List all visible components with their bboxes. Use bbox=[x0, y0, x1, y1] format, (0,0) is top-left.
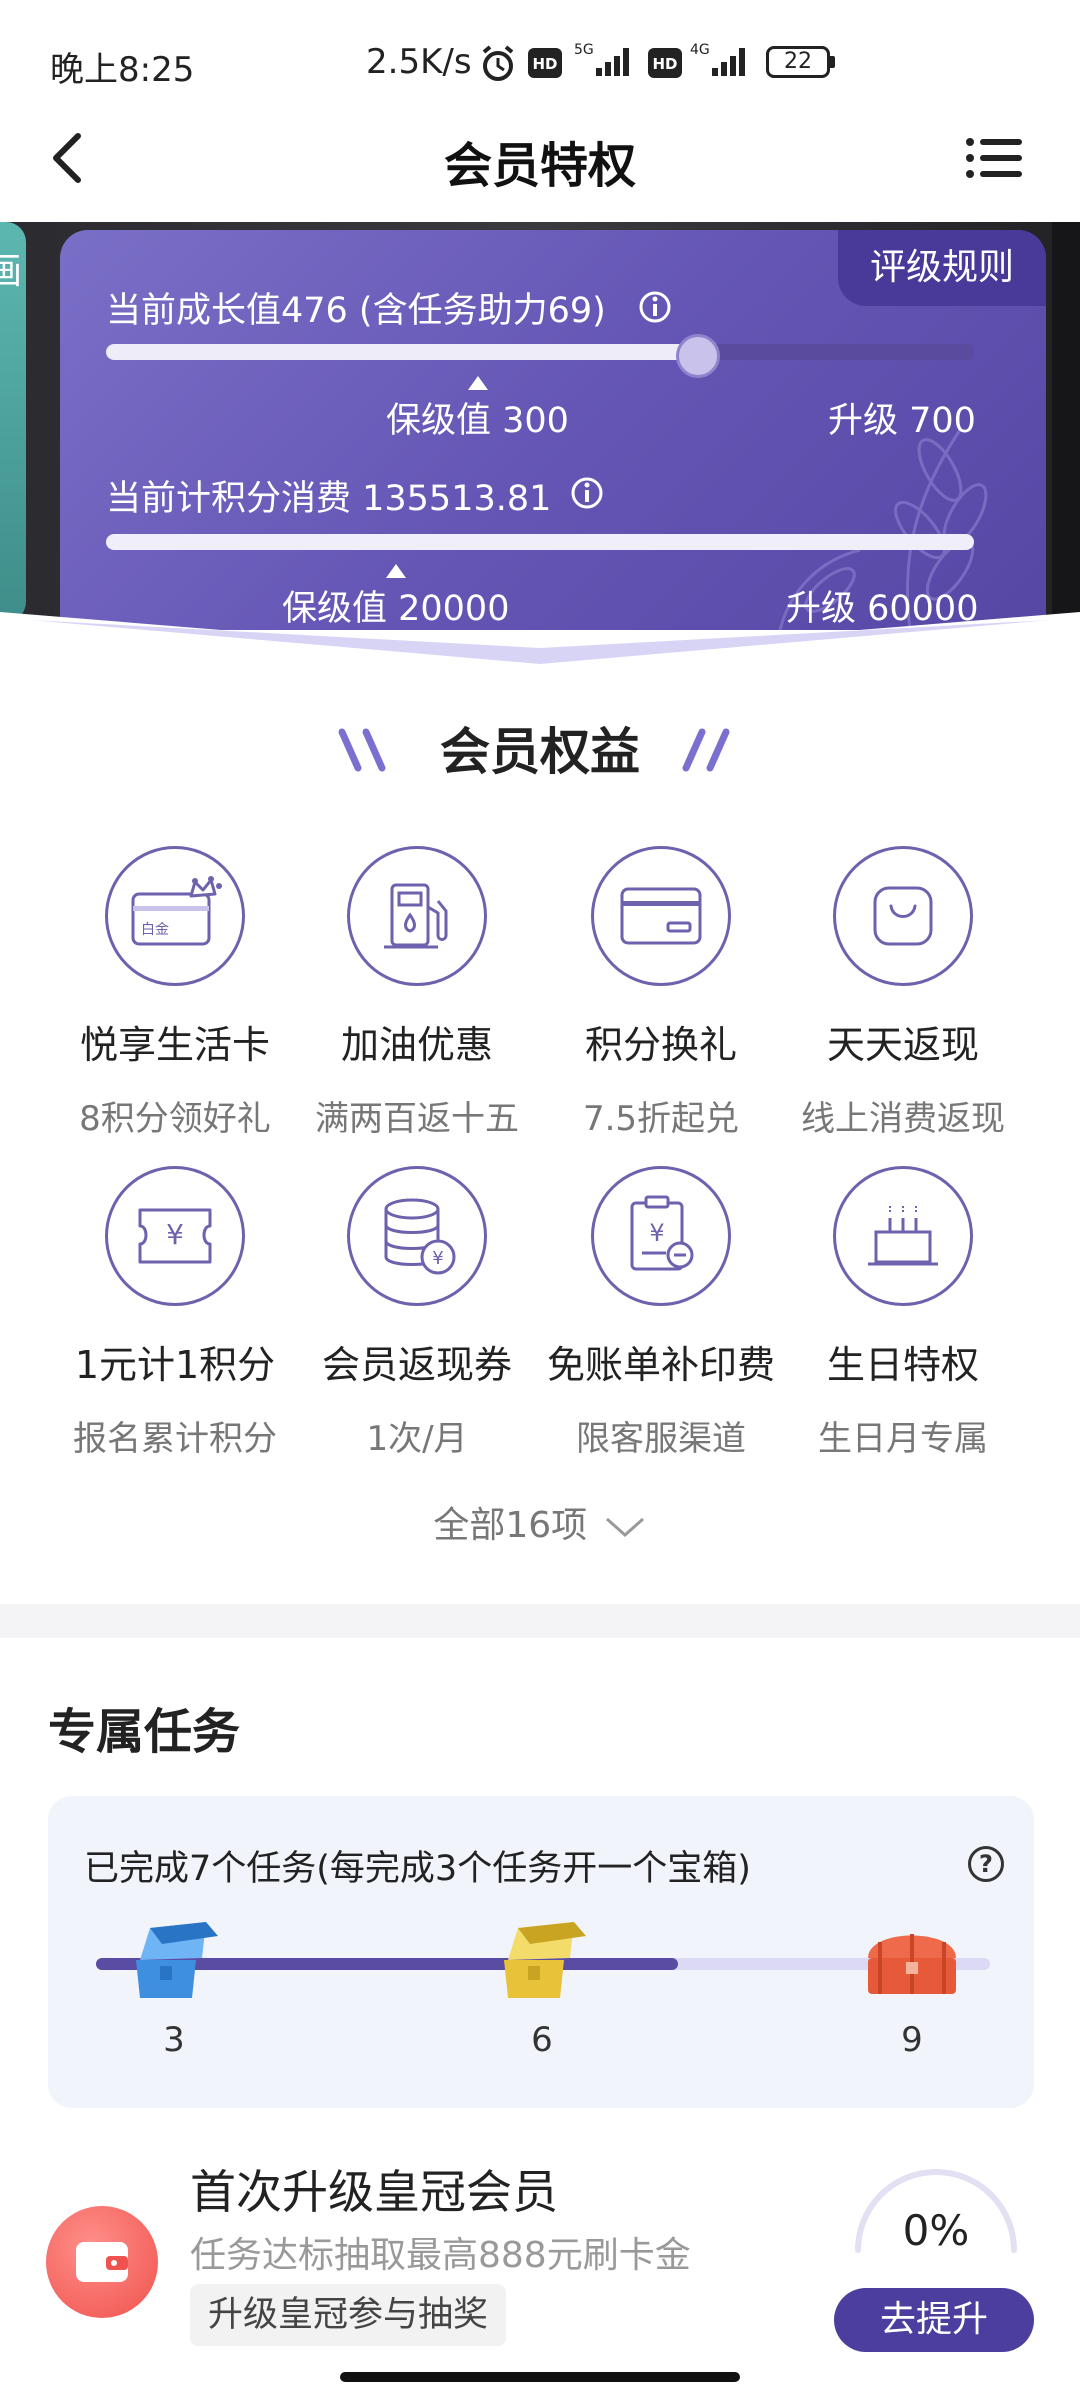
growth-progress-fill bbox=[106, 344, 700, 360]
platinum-card-icon: 白金 bbox=[105, 846, 245, 986]
growth-keep-level: 保级值 300 bbox=[386, 401, 569, 441]
benefit-name: 1元计1积分 bbox=[74, 1343, 276, 1387]
svg-text:¥: ¥ bbox=[166, 1218, 184, 1251]
treasure-chest-yellow-icon[interactable] bbox=[494, 1914, 590, 2004]
benefit-name: 积分换礼 bbox=[584, 1023, 737, 1067]
promo-title: 首次升级皇冠会员 bbox=[190, 2165, 558, 2219]
keep-level-marker-icon bbox=[468, 376, 488, 390]
5g-signal-icon: 5G bbox=[574, 42, 629, 76]
svg-text:HD: HD bbox=[532, 55, 557, 73]
bill-clipboard-icon: ¥ bbox=[591, 1166, 731, 1306]
benefit-daily-cashback[interactable]: 天天返现 线上消费返现 bbox=[782, 846, 1024, 1140]
benefit-bill-reprint[interactable]: ¥ 免账单补印费 限客服渠道 bbox=[540, 1166, 782, 1460]
points-spend-label: 当前计积分消费 135513.81 bbox=[106, 479, 552, 519]
benefit-birthday[interactable]: 生日特权 生日月专属 bbox=[782, 1166, 1024, 1460]
home-indicator[interactable] bbox=[340, 2372, 740, 2382]
benefit-fuel-discount[interactable]: 加油优惠 满两百返十五 bbox=[296, 846, 538, 1140]
growth-upgrade-level: 升级 700 bbox=[828, 401, 976, 441]
birthday-cake-icon bbox=[833, 1166, 973, 1306]
yuan-ticket-icon: ¥ bbox=[105, 1166, 245, 1306]
growth-progress-knob-icon bbox=[676, 334, 720, 378]
chevron-down-icon bbox=[605, 1517, 644, 1538]
benefit-subtitle: 报名累计积分 bbox=[73, 1419, 277, 1459]
benefit-name: 会员返现券 bbox=[321, 1343, 512, 1387]
previous-card-text: 画 bbox=[0, 251, 23, 292]
show-all-label: 全部16项 bbox=[433, 1505, 588, 1546]
benefit-name: 天天返现 bbox=[826, 1023, 979, 1067]
battery-icon: 22 bbox=[766, 46, 830, 78]
benefit-subtitle: 满两百返十五 bbox=[315, 1099, 519, 1139]
alarm-icon bbox=[482, 45, 514, 81]
title-decoration-right-icon bbox=[682, 728, 730, 772]
rating-rules-button[interactable]: 评级规则 bbox=[838, 230, 1046, 306]
coin-stack-icon: ¥ bbox=[347, 1166, 487, 1306]
svg-text:5G: 5G bbox=[574, 42, 594, 58]
shopping-bag-icon bbox=[833, 846, 973, 986]
benefit-life-card[interactable]: 白金 悦享生活卡 8积分领好礼 bbox=[54, 846, 296, 1140]
banner-bottom-curve bbox=[0, 612, 1080, 692]
benefit-subtitle: 8积分领好礼 bbox=[79, 1099, 271, 1139]
benefit-subtitle: 1次/月 bbox=[366, 1419, 468, 1459]
task-progress-description: 已完成7个任务(每完成3个任务开一个宝箱) bbox=[84, 1849, 751, 1889]
keep-level-marker-icon bbox=[386, 564, 406, 578]
benefit-yuan-points[interactable]: ¥ 1元计1积分 报名累计积分 bbox=[54, 1166, 296, 1460]
battery-level: 22 bbox=[784, 49, 812, 74]
benefit-subtitle: 生日月专属 bbox=[818, 1419, 988, 1459]
info-icon[interactable] bbox=[570, 476, 604, 510]
benefit-name: 悦享生活卡 bbox=[79, 1023, 270, 1067]
card-gift-icon bbox=[591, 846, 731, 986]
benefit-points-gift[interactable]: 积分换礼 7.5折起兑 bbox=[540, 846, 782, 1140]
battery-tip bbox=[830, 56, 835, 68]
show-all-benefits-button[interactable]: 全部16项 bbox=[0, 1496, 1080, 1548]
hd-icon: HD bbox=[528, 48, 562, 78]
help-icon[interactable]: ? bbox=[968, 1846, 1004, 1882]
status-time: 晚上8:25 bbox=[50, 50, 195, 90]
svg-text:¥: ¥ bbox=[649, 1219, 664, 1247]
growth-value-label: 当前成长值476 (含任务助力69) bbox=[106, 291, 606, 331]
upgrade-button[interactable]: 去提升 bbox=[834, 2288, 1034, 2352]
milestone-label: 9 bbox=[901, 2020, 923, 2060]
menu-list-icon[interactable] bbox=[966, 138, 1022, 178]
benefits-title: 会员权益 bbox=[440, 723, 640, 781]
svg-text:¥: ¥ bbox=[432, 1248, 443, 1269]
benefit-subtitle: 线上消费返现 bbox=[801, 1099, 1005, 1139]
page-title: 会员特权 bbox=[443, 138, 636, 194]
points-progress-track bbox=[106, 534, 974, 550]
wallet-icon bbox=[46, 2206, 158, 2318]
milestone-label: 3 bbox=[163, 2020, 185, 2060]
svg-text:HD: HD bbox=[652, 55, 677, 73]
benefit-subtitle: 7.5折起兑 bbox=[582, 1099, 740, 1139]
benefit-subtitle: 限客服渠道 bbox=[576, 1419, 746, 1459]
status-network-speed: 2.5K/s bbox=[366, 42, 472, 82]
info-icon[interactable] bbox=[638, 290, 672, 324]
milestone-label: 6 bbox=[531, 2020, 553, 2060]
promo-progress-percent: 0% bbox=[902, 2206, 970, 2255]
treasure-chest-orange-icon[interactable] bbox=[862, 1914, 962, 2004]
next-card-peek[interactable] bbox=[1052, 222, 1080, 622]
tasks-title: 专属任务 bbox=[48, 1704, 241, 1760]
benefit-name: 加油优惠 bbox=[340, 1023, 493, 1067]
treasure-chest-blue-icon[interactable] bbox=[126, 1914, 222, 2004]
4g-signal-icon: 4G bbox=[690, 42, 745, 76]
promo-tag: 升级皇冠参与抽奖 bbox=[190, 2284, 507, 2346]
benefit-name: 免账单补印费 bbox=[546, 1343, 775, 1387]
benefit-cashback-coupon[interactable]: ¥ 会员返现券 1次/月 bbox=[296, 1166, 538, 1460]
svg-text:4G: 4G bbox=[690, 42, 710, 58]
promo-subtitle: 任务达标抽取最高888元刷卡金 bbox=[190, 2235, 691, 2276]
section-divider bbox=[0, 1604, 1080, 1638]
hd-icon: HD bbox=[648, 48, 682, 78]
fuel-pump-icon bbox=[347, 846, 487, 986]
benefit-name: 生日特权 bbox=[826, 1343, 979, 1387]
card-label-text: 白金 bbox=[141, 922, 169, 938]
